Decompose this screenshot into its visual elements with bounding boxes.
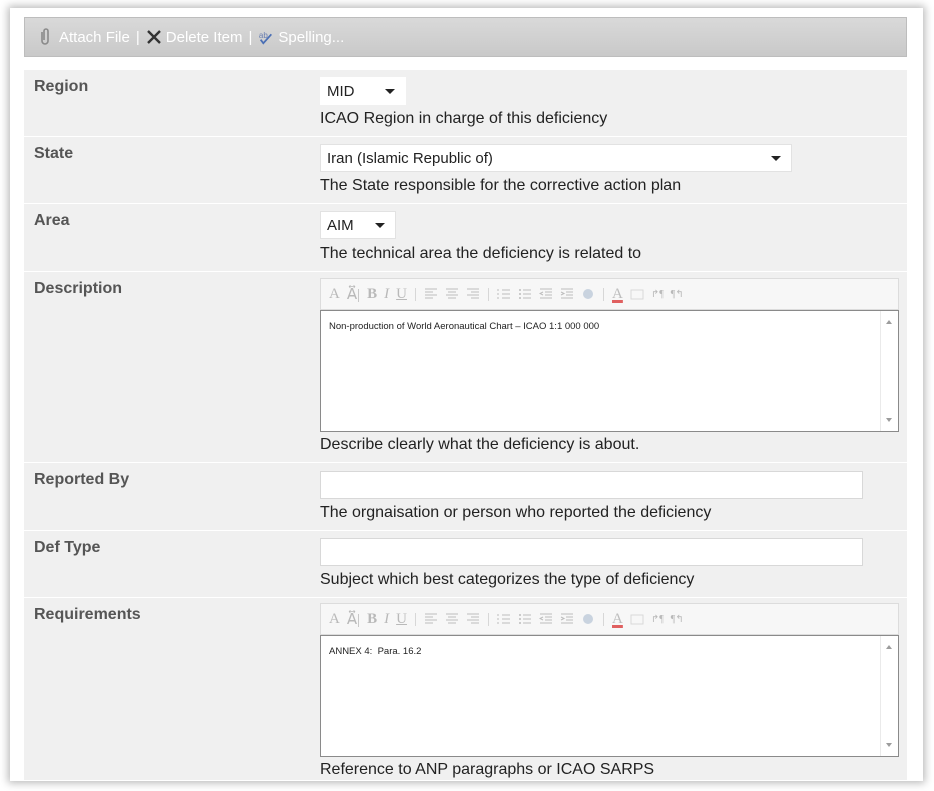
def-type-input[interactable]: [320, 538, 863, 566]
insert-link-icon[interactable]: [581, 288, 595, 300]
description-editor-toolbar: A A⃡| B I U | | | A ↱¶ ¶↰: [320, 278, 899, 310]
toolbar-divider: |: [413, 610, 417, 627]
region-label: Region: [34, 78, 89, 95]
description-row: Description A A⃡| B I U | | | A ↱¶ ¶↰ No…: [24, 272, 907, 463]
font-name-button[interactable]: A: [329, 286, 340, 303]
bullet-list-icon[interactable]: [518, 613, 532, 625]
requirements-editor[interactable]: ANNEX 4: Para. 16.2: [320, 635, 899, 757]
chevron-down-icon: [375, 223, 385, 228]
align-center-icon[interactable]: [445, 288, 459, 300]
description-text: Non-production of World Aeronautical Cha…: [329, 321, 600, 332]
align-center-icon[interactable]: [445, 613, 459, 625]
chevron-down-icon: [385, 89, 395, 94]
def-type-label: Def Type: [34, 539, 101, 556]
spelling-label: Spelling...: [278, 28, 345, 46]
requirements-editor-toolbar: A A⃡| B I U | | | A ↱¶ ¶↰: [320, 603, 899, 635]
align-right-icon[interactable]: [466, 613, 480, 625]
toolbar-separator: |: [248, 28, 253, 46]
delete-item-label: Delete Item: [165, 28, 243, 46]
toolbar-divider: |: [602, 610, 606, 627]
toolbar-divider: |: [486, 285, 490, 302]
toolbar-divider: |: [486, 610, 490, 627]
requirements-row: Requirements A A⃡| B I U | | | A ↱¶ ¶↰ A…: [24, 598, 907, 780]
spelling-button[interactable]: ab Spelling...: [258, 28, 344, 46]
rtl-button[interactable]: ¶↰: [671, 614, 684, 625]
attach-file-button[interactable]: Attach File: [39, 28, 130, 46]
state-select[interactable]: Iran (Islamic Republic of): [320, 144, 792, 172]
state-hint: The State responsible for the corrective…: [320, 177, 682, 194]
state-row: State Iran (Islamic Republic of) The Sta…: [24, 137, 907, 204]
deficiency-form: Region MID ICAO Region in charge of this…: [24, 70, 907, 780]
description-label: Description: [34, 280, 123, 297]
align-left-icon[interactable]: [424, 288, 438, 300]
toolbar-separator: |: [135, 28, 140, 46]
requirements-hint: Reference to ANP paragraphs or ICAO SARP…: [320, 761, 655, 778]
reported-by-input[interactable]: [320, 471, 863, 499]
rtl-button[interactable]: ¶↰: [671, 289, 684, 300]
reported-by-label: Reported By: [34, 471, 130, 488]
bold-button[interactable]: B: [367, 286, 377, 303]
italic-button[interactable]: I: [384, 611, 389, 628]
area-select[interactable]: AIM: [320, 211, 396, 239]
outdent-icon[interactable]: [538, 288, 553, 300]
insert-link-icon[interactable]: [581, 613, 595, 625]
area-label: Area: [34, 212, 70, 229]
align-left-icon[interactable]: [424, 613, 438, 625]
font-name-button[interactable]: A: [329, 611, 340, 628]
spellcheck-icon: ab: [258, 28, 274, 46]
vertical-scrollbar[interactable]: [880, 636, 898, 756]
state-label: State: [34, 145, 74, 162]
reported-by-row: Reported By The orgnaisation or person w…: [24, 463, 907, 531]
description-hint: Describe clearly what the deficiency is …: [320, 436, 640, 453]
indent-icon[interactable]: [560, 613, 574, 625]
delete-x-icon: [146, 28, 162, 46]
ltr-button[interactable]: ↱¶: [651, 614, 664, 625]
state-select-value: Iran (Islamic Republic of): [327, 149, 493, 167]
def-type-row: Def Type Subject which best categorizes …: [24, 531, 907, 598]
scroll-down-icon[interactable]: [886, 743, 892, 747]
requirements-label: Requirements: [34, 606, 141, 623]
chevron-down-icon: [771, 156, 781, 161]
bold-button[interactable]: B: [367, 611, 377, 628]
area-hint: The technical area the deficiency is rel…: [320, 245, 642, 262]
region-hint: ICAO Region in charge of this deficiency: [320, 110, 608, 127]
reported-by-hint: The orgnaisation or person who reported …: [320, 504, 712, 521]
highlight-icon[interactable]: [630, 613, 644, 625]
region-select-value: MID: [327, 82, 355, 100]
numbered-list-icon[interactable]: [497, 288, 511, 300]
vertical-scrollbar[interactable]: [880, 311, 898, 431]
scroll-up-icon[interactable]: [886, 320, 892, 324]
underline-button[interactable]: U: [396, 286, 407, 303]
toolbar-divider: |: [413, 285, 417, 302]
region-row: Region MID ICAO Region in charge of this…: [24, 70, 907, 137]
requirements-text: ANNEX 4: Para. 16.2: [329, 646, 422, 657]
font-size-button[interactable]: A⃡|: [347, 610, 360, 629]
align-right-icon[interactable]: [466, 288, 480, 300]
toolbar-divider: |: [602, 285, 606, 302]
font-color-button[interactable]: A: [612, 286, 623, 303]
bullet-list-icon[interactable]: [518, 288, 532, 300]
font-size-button[interactable]: A⃡|: [347, 285, 360, 304]
underline-button[interactable]: U: [396, 611, 407, 628]
attach-file-label: Attach File: [59, 28, 130, 46]
indent-icon[interactable]: [560, 288, 574, 300]
area-row: Area AIM The technical area the deficien…: [24, 204, 907, 272]
scroll-up-icon[interactable]: [886, 645, 892, 649]
outdent-icon[interactable]: [538, 613, 553, 625]
italic-button[interactable]: I: [384, 286, 389, 303]
area-select-value: AIM: [327, 216, 354, 234]
paperclip-icon: [39, 28, 55, 46]
scroll-down-icon[interactable]: [886, 418, 892, 422]
description-editor[interactable]: Non-production of World Aeronautical Cha…: [320, 310, 899, 432]
def-type-hint: Subject which best categorizes the type …: [320, 571, 695, 588]
delete-item-button[interactable]: Delete Item: [146, 28, 243, 46]
item-toolbar: Attach File | Delete Item | ab Spelling.…: [24, 17, 907, 57]
highlight-icon[interactable]: [630, 288, 644, 300]
font-color-button[interactable]: A: [612, 611, 623, 628]
numbered-list-icon[interactable]: [497, 613, 511, 625]
ltr-button[interactable]: ↱¶: [651, 289, 664, 300]
region-select[interactable]: MID: [320, 77, 406, 105]
